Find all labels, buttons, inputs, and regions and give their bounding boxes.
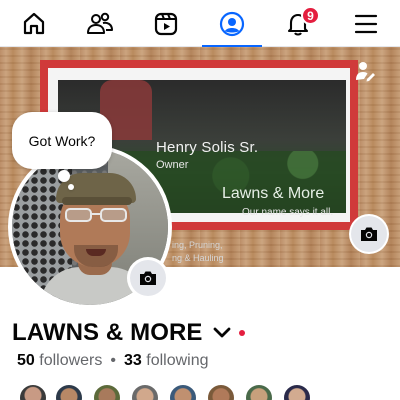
- follow-stats: 50 followers • 33 following: [17, 352, 209, 370]
- following-link[interactable]: 33 following: [124, 352, 209, 370]
- nav-notifications-tab[interactable]: 9: [265, 0, 331, 47]
- follower-avatar[interactable]: [130, 383, 160, 400]
- note-text: Got Work?: [28, 132, 96, 149]
- menu-icon: [354, 14, 378, 33]
- top-navigation-bar: 9: [0, 0, 400, 48]
- nav-friends-tab[interactable]: [67, 0, 133, 47]
- card-owner-name: Henry Solis Sr.: [156, 139, 259, 156]
- follower-avatar[interactable]: [244, 383, 274, 400]
- stats-separator: •: [110, 352, 116, 369]
- friends-icon: [87, 12, 113, 34]
- glasses-icon: [65, 208, 127, 222]
- profile-name-row[interactable]: LAWNS & MORE: [12, 318, 245, 348]
- follower-avatar[interactable]: [206, 383, 236, 400]
- card-tagline: Our name says it all.: [242, 207, 334, 218]
- profile-note-bubble[interactable]: Got Work?: [12, 112, 112, 169]
- unread-dot: [238, 330, 245, 336]
- camera-icon: [140, 271, 156, 285]
- nav-menu-tab[interactable]: [333, 0, 399, 47]
- nav-video-tab[interactable]: [133, 0, 199, 47]
- nav-profile-tab[interactable]: [199, 0, 265, 48]
- camera-icon: [361, 227, 377, 241]
- edit-cover-icon[interactable]: [354, 60, 376, 82]
- follower-avatar[interactable]: [282, 383, 312, 400]
- card-brand-name: Lawns & More: [222, 185, 325, 202]
- follower-avatar[interactable]: [92, 383, 122, 400]
- video-icon: [154, 12, 178, 35]
- follower-avatar[interactable]: [54, 383, 84, 400]
- card-services: ing, Pruning, ng & Hauling: [172, 240, 224, 263]
- profile-icon: [219, 11, 245, 36]
- follower-avatar[interactable]: [18, 383, 48, 400]
- nav-home-tab[interactable]: [1, 0, 67, 47]
- chevron-down-icon[interactable]: [213, 324, 231, 342]
- notification-badge: 9: [301, 6, 320, 25]
- follower-avatar[interactable]: [168, 383, 198, 400]
- profile-name: LAWNS & MORE: [12, 319, 203, 346]
- home-icon: [23, 12, 45, 34]
- profile-picture-camera-button[interactable]: [130, 260, 166, 296]
- followers-link[interactable]: 50 followers: [17, 352, 102, 370]
- cover-camera-button[interactable]: [351, 216, 387, 252]
